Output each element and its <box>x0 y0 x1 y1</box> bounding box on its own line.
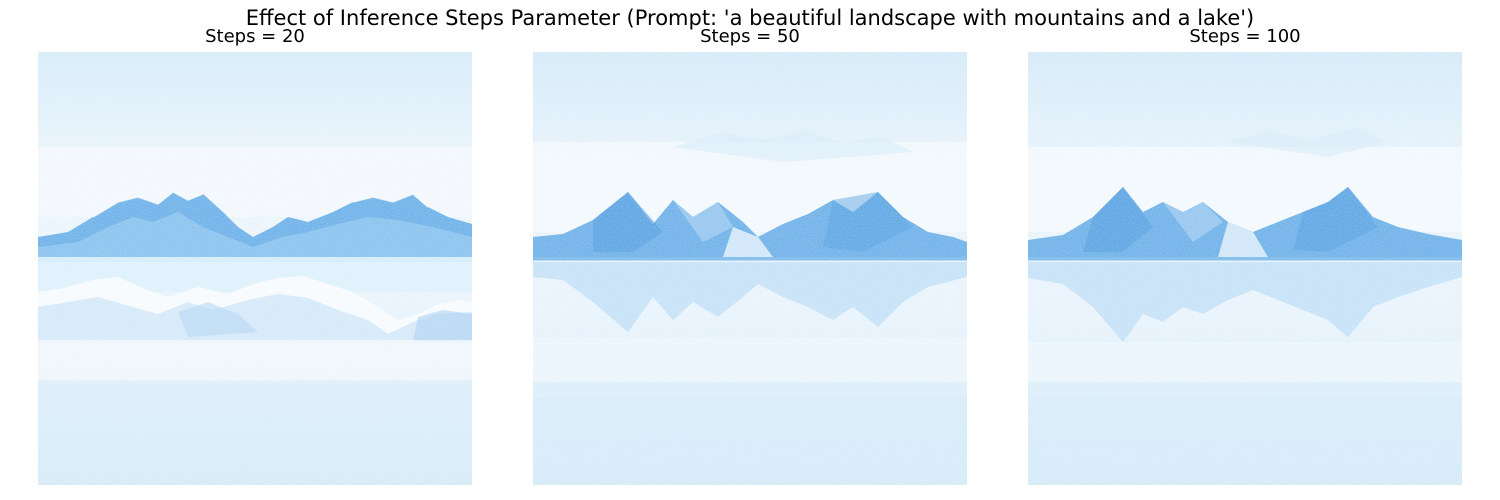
panel-title-steps-100: Steps = 100 <box>1189 26 1301 47</box>
panel-title-steps-50: Steps = 50 <box>700 26 800 47</box>
generated-image-steps-100 <box>1028 52 1462 485</box>
generated-image-steps-20 <box>38 52 472 485</box>
generated-image-steps-50 <box>533 52 967 485</box>
panel-title-steps-20: Steps = 20 <box>205 26 305 47</box>
